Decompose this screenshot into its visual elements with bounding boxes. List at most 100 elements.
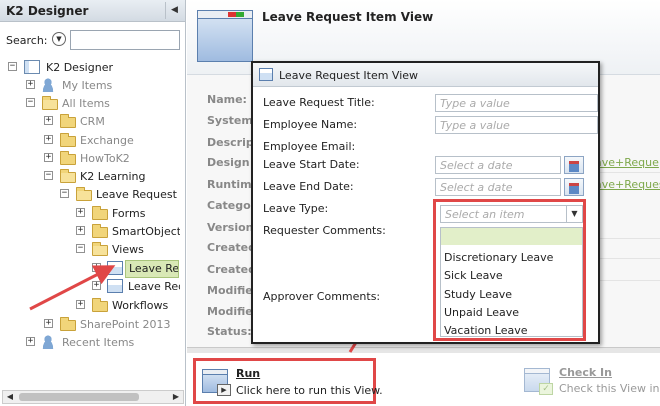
tree-item-label: Exchange — [80, 134, 134, 147]
expand-toggle-icon[interactable]: + — [76, 300, 85, 309]
tree-item-k2-learning[interactable]: − K2 Learning — [44, 168, 174, 186]
search-options-dropdown-icon[interactable]: ▼ — [52, 32, 66, 46]
check-in-icon[interactable]: ✓ — [524, 368, 553, 395]
dropdown-option[interactable]: Study Leave — [444, 288, 512, 301]
expand-toggle-icon[interactable]: + — [44, 319, 53, 328]
tree-item-label: Views — [112, 243, 144, 256]
expand-toggle-icon[interactable]: + — [44, 116, 53, 125]
tree-item-my-items[interactable]: + My Items — [26, 77, 176, 95]
collapse-toggle-icon[interactable]: − — [8, 62, 17, 71]
leave-type-dropdown[interactable]: Select an item ▼ — [440, 205, 583, 223]
collapse-toggle-icon[interactable]: − — [60, 189, 69, 198]
tree-item-workflows[interactable]: + Workflows — [76, 297, 180, 315]
requester-comments-label: Requester Comments: — [263, 224, 386, 237]
leave-type-options: Discretionary Leave Sick Leave Study Lea… — [440, 227, 583, 337]
collapse-panel-button[interactable]: ◀ — [165, 2, 183, 19]
tree-item-label: Workflows — [112, 299, 169, 312]
search-input[interactable] — [70, 30, 180, 50]
tree-item-label: Leave Req — [125, 260, 179, 278]
tree-item-leave-request-item-view[interactable]: + Leave Req — [92, 260, 179, 278]
leave-start-date-input[interactable]: Select a date — [435, 156, 561, 174]
tree-item-exchange[interactable]: + Exchange — [44, 132, 174, 150]
tree-item-label: All Items — [62, 97, 110, 110]
tree-item-label: K2 Designer — [46, 61, 113, 74]
tree-item-label: Leave Request — [96, 188, 177, 201]
expand-toggle-icon[interactable]: + — [26, 80, 35, 89]
tree-item-crm[interactable]: + CRM — [44, 113, 174, 131]
leave-type-label: Leave Type: — [263, 202, 329, 215]
view-icon — [107, 279, 123, 293]
expand-toggle-icon[interactable]: + — [26, 337, 35, 346]
divider — [597, 258, 660, 259]
design-time-link[interactable]: ave+Reque — [595, 156, 659, 169]
view-runtime-popup: Leave Request Item View Leave Request Ti… — [251, 61, 600, 344]
scroll-right-icon[interactable]: ▶ — [169, 391, 183, 403]
dropdown-option-blank[interactable] — [441, 228, 582, 245]
leave-end-date-label: Leave End Date: — [263, 180, 354, 193]
tree-item-label: CRM — [80, 115, 105, 128]
tree-item-label: Leave Req — [128, 280, 180, 293]
employee-name-input[interactable]: Type a value — [435, 116, 598, 134]
dropdown-option[interactable]: Discretionary Leave — [444, 251, 553, 264]
tree-item-k2-designer[interactable]: − K2 Designer — [8, 59, 178, 77]
tree-item-views[interactable]: − Views — [76, 241, 180, 259]
expand-toggle-icon[interactable]: + — [76, 208, 85, 217]
property-label: Created — [207, 241, 256, 254]
designer-panel-header: K2 Designer ◀ — [0, 0, 185, 22]
folder-icon — [92, 298, 108, 312]
scroll-left-icon[interactable]: ◀ — [3, 391, 17, 403]
property-label: Name: — [207, 93, 247, 106]
tree-item-leave-request-list-view[interactable]: + Leave Req — [92, 278, 180, 296]
panel-title: K2 Designer — [6, 4, 89, 18]
leave-end-date-input[interactable]: Select a date — [435, 178, 561, 196]
folder-icon — [60, 114, 76, 128]
tree-item-leave-request[interactable]: − Leave Request — [60, 186, 180, 204]
scrollbar-thumb[interactable] — [19, 393, 139, 401]
check-in-description: Check this View in. — [559, 382, 660, 395]
expand-toggle-icon[interactable]: + — [76, 226, 85, 235]
property-label: System — [207, 114, 253, 127]
collapse-toggle-icon[interactable]: − — [44, 171, 53, 180]
divider — [597, 280, 660, 281]
tree-item-all-items[interactable]: − All Items — [26, 95, 176, 113]
tree-item-recent-items[interactable]: + Recent Items — [26, 334, 176, 352]
tree-item-label: Forms — [112, 207, 146, 220]
run-action[interactable]: ▶ Run Click here to run this View. — [193, 358, 383, 404]
run-view-icon[interactable]: ▶ — [202, 369, 231, 396]
calendar-icon[interactable] — [564, 156, 584, 174]
expand-toggle-icon[interactable]: + — [44, 135, 53, 144]
chevron-down-icon[interactable]: ▼ — [566, 206, 582, 222]
divider — [597, 172, 660, 173]
collapse-toggle-icon[interactable]: − — [76, 244, 85, 253]
leave-request-title-input[interactable]: Type a value — [435, 94, 598, 112]
expand-toggle-icon[interactable]: + — [44, 153, 53, 162]
tree-item-forms[interactable]: + Forms — [76, 205, 180, 223]
collapse-toggle-icon[interactable]: − — [26, 98, 35, 107]
folder-icon — [92, 206, 108, 220]
folder-icon — [60, 133, 76, 147]
action-bar: ▶ Run Click here to run this View. ✓ Che… — [187, 353, 660, 406]
tree-item-label: HowToK2 — [80, 152, 130, 165]
dropdown-option[interactable]: Sick Leave — [444, 269, 503, 282]
run-link[interactable]: Run — [236, 367, 260, 380]
run-description: Click here to run this View. — [236, 384, 383, 397]
horizontal-scrollbar[interactable]: ◀ ▶ — [2, 390, 184, 404]
check-in-link[interactable]: Check In — [559, 366, 612, 379]
expand-toggle-icon[interactable]: + — [92, 281, 101, 290]
folder-open-icon — [92, 242, 108, 256]
search-row: Search: ▼ — [0, 26, 186, 52]
dropdown-option[interactable]: Unpaid Leave — [444, 306, 519, 319]
tree-item-label: K2 Learning — [80, 170, 146, 183]
view-icon — [197, 10, 253, 62]
property-label: Catego — [207, 199, 251, 212]
dropdown-option[interactable]: Vacation Leave — [444, 324, 528, 337]
tree-item-smartobjects[interactable]: + SmartObjects — [76, 223, 180, 241]
designer-panel: K2 Designer ◀ Search: ▼ − K2 Designer + … — [0, 0, 186, 406]
user-icon — [40, 78, 56, 92]
calendar-icon[interactable] — [564, 178, 584, 196]
runtime-link[interactable]: ave+Reques — [595, 178, 660, 191]
tree-item-sharepoint-2013[interactable]: + SharePoint 2013 — [44, 316, 180, 334]
tree-item-howtok2[interactable]: + HowToK2 — [44, 150, 174, 168]
designer-icon — [24, 60, 40, 74]
expand-toggle-icon[interactable]: + — [92, 263, 101, 272]
